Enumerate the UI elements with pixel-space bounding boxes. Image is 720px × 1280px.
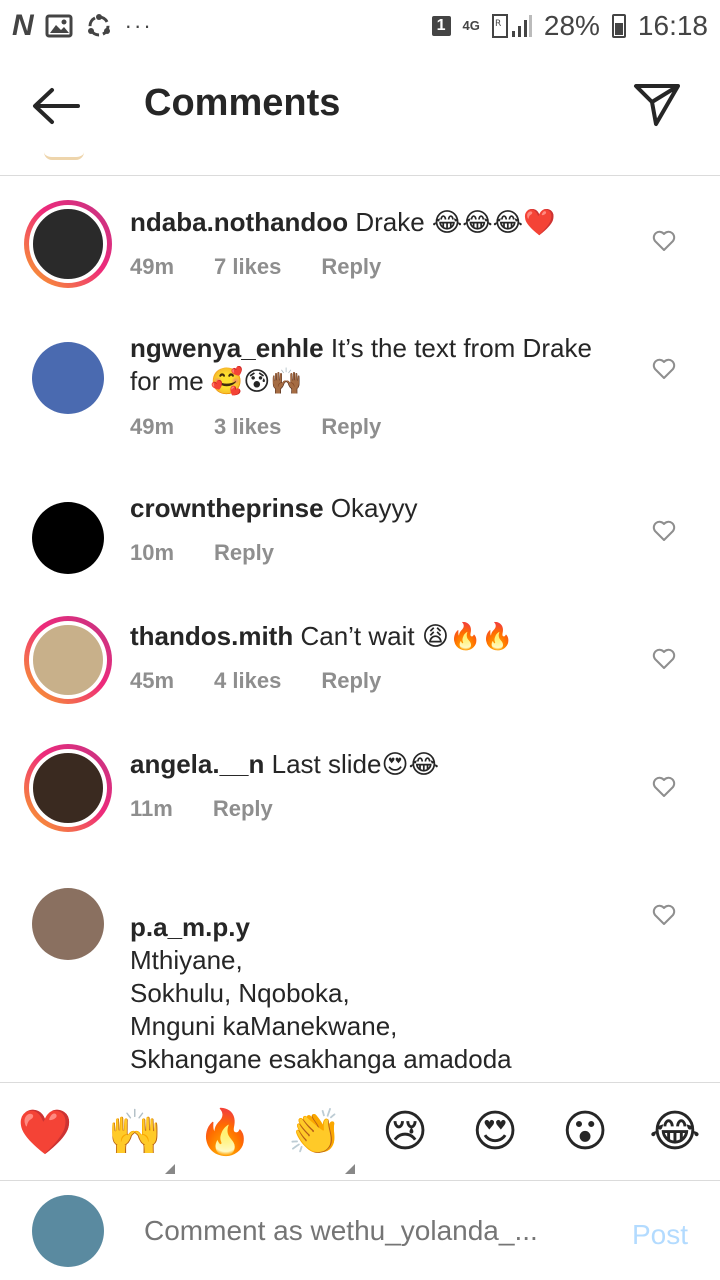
comment-body: Last slide😍😂 [271,749,439,779]
skin-tone-corner-icon [165,1163,175,1174]
quick-reactions-bar: ❤️ 🙌 🔥 👏 😢 😍 😮 😂 [0,1082,720,1180]
comment-meta: 49m 7 likes Reply [130,254,421,280]
comment-likes[interactable]: 7 likes [214,254,281,280]
reaction-heart[interactable]: ❤️ [15,1106,75,1158]
avatar[interactable] [32,888,104,960]
reaction-emoji: 👏 [287,1106,343,1158]
like-heart-icon[interactable] [652,358,676,380]
comment-time: 11m [130,796,173,821]
reaction-clap[interactable]: 👏 [285,1106,355,1174]
comment-meta: 49m 3 likes Reply [130,414,421,440]
comment-username[interactable]: crowntheprinse [130,493,324,523]
comment-likes[interactable]: 3 likes [214,414,281,440]
sim-indicator: 1 [431,16,451,36]
comment-text: ndaba.nothandoo Drake 😂😂😂❤️ [130,206,620,239]
reply-button[interactable]: Reply [321,414,381,440]
reply-button[interactable]: Reply [321,668,381,694]
comment-username[interactable]: thandos.mith [130,621,293,651]
notification-n-icon: N [12,9,34,42]
battery-icon [611,14,626,38]
avatar[interactable] [29,749,107,827]
comment-body: Can’t wait 😩🔥🔥 [300,621,514,651]
comment-body: Okayyy [330,493,418,523]
svg-text:R: R [495,19,501,29]
arrow-left-icon[interactable] [30,86,82,126]
comment-time: 49m [130,254,175,279]
comments-list[interactable]: ndaba.nothandoo Drake 😂😂😂❤️ 49m 7 likes … [0,178,720,1082]
avatar-story-ring[interactable] [24,616,112,704]
avatar-story-ring[interactable] [24,744,112,832]
reply-button[interactable]: Reply [214,540,274,566]
comment-time: 45m [130,668,175,693]
avatar[interactable] [32,502,104,574]
comment-likes[interactable]: 4 likes [214,668,281,694]
reaction-laughing[interactable]: 😂 [645,1106,705,1157]
like-heart-icon[interactable] [652,230,676,252]
reply-button[interactable]: Reply [321,254,381,280]
status-left: N ··· [12,9,153,43]
like-heart-icon[interactable] [652,904,676,926]
comment-text: angela.__n Last slide😍😂 [130,748,620,781]
post-button[interactable]: Post [632,1219,688,1251]
comment-text: p.a_m.p.y Mthiyane, Sokhulu, Nqoboka, Mn… [130,878,620,1082]
comment-meta: 45m 4 likes Reply [130,668,421,694]
more-notifications-icon: ··· [124,13,153,38]
avatar[interactable] [29,205,107,283]
status-right: 1 4G R 28% 16:18 [431,10,708,42]
comment-meta: 11m Reply [130,796,313,822]
comment-text: thandos.mith Can’t wait 😩🔥🔥 [130,620,620,653]
scrolled-item-edge [44,152,84,160]
battery-percent: 28% [543,10,600,41]
comment-time: 10m [130,540,175,565]
reaction-emoji: 🙌 [107,1106,163,1158]
sync-icon [87,14,110,37]
skin-tone-corner-icon [345,1163,355,1174]
reaction-surprised[interactable]: 😮 [555,1106,615,1157]
like-heart-icon[interactable] [652,776,676,798]
header: Comments [0,52,720,176]
reaction-raised-hands[interactable]: 🙌 [105,1106,175,1174]
avatar-wrap [24,494,112,582]
clock: 16:18 [637,10,708,41]
network-type: 4G [462,18,480,33]
avatar-wrap [24,334,112,422]
page-title: Comments [144,82,341,124]
comment-body: Drake 😂😂😂❤️ [355,207,556,237]
signal-icon: R [491,14,532,38]
comment-input[interactable] [144,1215,564,1247]
comment-meta: 10m Reply [130,540,314,566]
gallery-icon [45,14,73,38]
comment-username[interactable]: ndaba.nothandoo [130,207,348,237]
like-heart-icon[interactable] [652,520,676,542]
reply-button[interactable]: Reply [213,796,273,822]
comment-time: 49m [130,414,175,439]
avatar-wrap [24,880,112,968]
reaction-heart-eyes[interactable]: 😍 [465,1106,525,1157]
comment-text: ngwenya_enhle It’s the text from Drake f… [130,332,620,398]
comment-username[interactable]: ngwenya_enhle [130,333,324,363]
avatar-story-ring[interactable] [24,200,112,288]
like-heart-icon[interactable] [652,648,676,670]
comment-text: crowntheprinse Okayyy [130,492,620,525]
paper-plane-icon[interactable] [632,80,682,128]
comment-composer: Post [0,1180,720,1280]
avatar[interactable] [29,621,107,699]
comment-body: Mthiyane, Sokhulu, Nqoboka, Mnguni kaMan… [130,945,512,1082]
avatar[interactable] [32,342,104,414]
status-bar: N ··· 1 4G R 28% 16:18 [0,0,720,52]
reaction-fire[interactable]: 🔥 [195,1106,255,1158]
comment-username[interactable]: angela.__n [130,749,264,779]
current-user-avatar [32,1195,104,1267]
comment-username[interactable]: p.a_m.p.y [130,912,250,942]
reaction-crying[interactable]: 😢 [375,1106,435,1157]
